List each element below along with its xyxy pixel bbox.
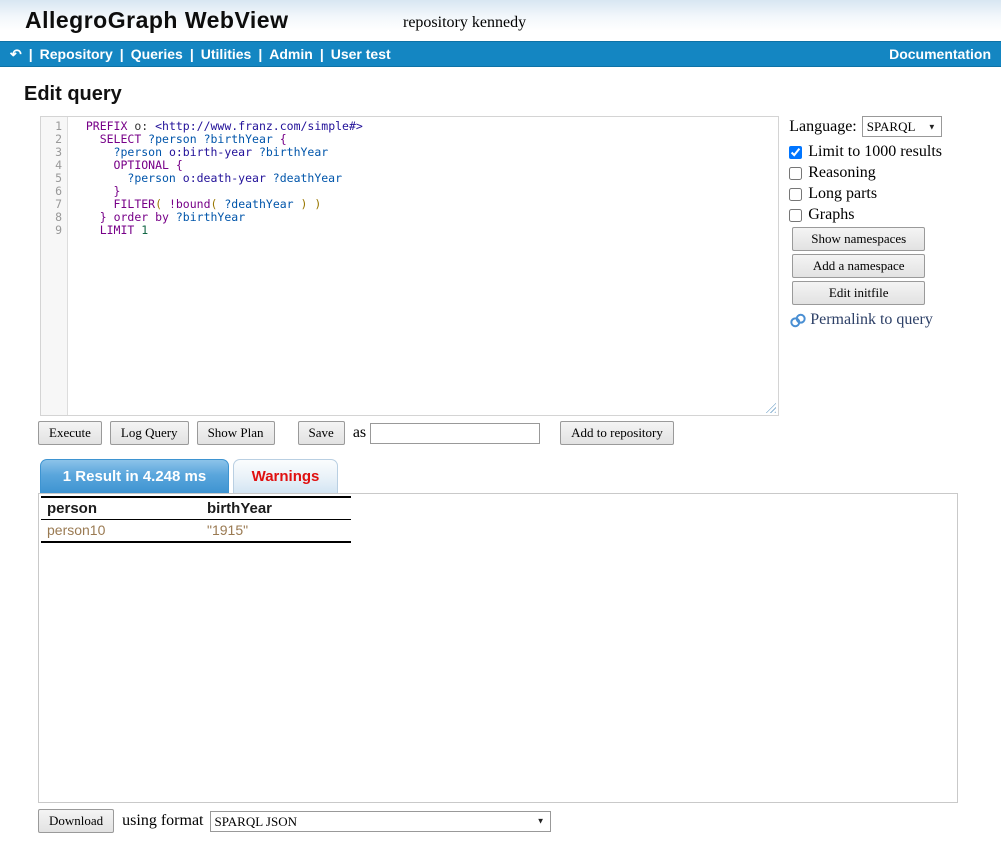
nav-item-repository[interactable]: Repository xyxy=(40,46,113,62)
results-tabs: 1 Result in 4.248 ms Warnings xyxy=(40,459,1001,493)
nav-item-utilities[interactable]: Utilities xyxy=(201,46,252,62)
column-header-birthyear: birthYear xyxy=(201,497,351,520)
add-to-repository-button[interactable]: Add to repository xyxy=(560,421,674,445)
add-namespace-button[interactable]: Add a namespace xyxy=(792,254,925,278)
execute-button[interactable]: Execute xyxy=(38,421,102,445)
tab-results[interactable]: 1 Result in 4.248 ms xyxy=(40,459,229,493)
results-table: person birthYear person10 "1915" xyxy=(41,496,351,543)
tab-warnings[interactable]: Warnings xyxy=(233,459,338,493)
query-options-panel: Language: SPARQL Limit to 1000 results R… xyxy=(789,116,1001,416)
code-lines[interactable]: PREFIX o: <http://www.franz.com/simple#>… xyxy=(68,117,778,415)
nav-item-admin[interactable]: Admin xyxy=(269,46,313,62)
limit-results-checkbox[interactable] xyxy=(789,146,802,159)
results-header-row: person birthYear xyxy=(41,497,351,520)
log-query-button[interactable]: Log Query xyxy=(110,421,189,445)
app-title: AllegroGraph WebView xyxy=(25,7,288,34)
query-section: 123456789 PREFIX o: <http://www.franz.co… xyxy=(40,116,1001,416)
chain-link-icon xyxy=(789,313,807,328)
save-button[interactable]: Save xyxy=(298,421,345,445)
graphs-label: Graphs xyxy=(808,206,854,224)
download-button[interactable]: Download xyxy=(38,809,114,833)
actions-row: Execute Log Query Show Plan Save as Add … xyxy=(38,421,1001,445)
page-title: Edit query xyxy=(24,83,1001,106)
column-header-person: person xyxy=(41,497,201,520)
nav-separator: | xyxy=(258,46,262,62)
save-as-label: as xyxy=(353,424,366,442)
limit-results-label: Limit to 1000 results xyxy=(808,143,942,161)
language-select[interactable]: SPARQL xyxy=(862,116,942,137)
format-select[interactable]: SPARQL JSON xyxy=(210,811,551,832)
nav-item-user[interactable]: User test xyxy=(331,46,391,62)
nav-left: ↶ | Repository | Queries | Utilities | A… xyxy=(10,46,391,63)
reasoning-checkbox[interactable] xyxy=(789,167,802,180)
language-row: Language: SPARQL xyxy=(789,116,1001,137)
editor-line-numbers: 123456789 xyxy=(41,117,68,415)
nav-item-queries[interactable]: Queries xyxy=(131,46,183,62)
app-header: AllegroGraph WebView repository kennedy xyxy=(0,0,1001,41)
language-select-wrap: SPARQL xyxy=(862,116,942,137)
download-row: Download using format SPARQL JSON xyxy=(38,809,1001,833)
checkbox-limit-results[interactable]: Limit to 1000 results xyxy=(789,143,1001,161)
nav-separator: | xyxy=(190,46,194,62)
result-cell-person[interactable]: person10 xyxy=(41,520,201,543)
show-plan-button[interactable]: Show Plan xyxy=(197,421,275,445)
results-panel: person birthYear person10 "1915" xyxy=(38,493,958,803)
checkbox-reasoning[interactable]: Reasoning xyxy=(789,164,1001,182)
using-format-label: using format xyxy=(122,812,203,830)
nav-separator: | xyxy=(120,46,124,62)
result-cell-birthyear: "1915" xyxy=(201,520,351,543)
long-parts-label: Long parts xyxy=(808,185,877,203)
language-label: Language: xyxy=(789,118,857,136)
format-select-wrap: SPARQL JSON xyxy=(210,811,551,832)
query-editor[interactable]: 123456789 PREFIX o: <http://www.franz.co… xyxy=(40,116,779,416)
long-parts-checkbox[interactable] xyxy=(789,188,802,201)
nav-bar: ↶ | Repository | Queries | Utilities | A… xyxy=(0,41,1001,67)
table-row[interactable]: person10 "1915" xyxy=(41,520,351,543)
repository-label: repository kennedy xyxy=(403,14,526,32)
checkbox-graphs[interactable]: Graphs xyxy=(789,206,1001,224)
nav-item-documentation[interactable]: Documentation xyxy=(889,46,991,62)
show-namespaces-button[interactable]: Show namespaces xyxy=(792,227,925,251)
edit-initfile-button[interactable]: Edit initfile xyxy=(792,281,925,305)
save-name-input[interactable] xyxy=(370,423,540,444)
permalink-link[interactable]: Permalink to query xyxy=(789,311,1001,329)
reasoning-label: Reasoning xyxy=(808,164,876,182)
back-arrow-icon[interactable]: ↶ xyxy=(10,46,22,63)
nav-separator: | xyxy=(29,46,33,62)
graphs-checkbox[interactable] xyxy=(789,209,802,222)
checkbox-long-parts[interactable]: Long parts xyxy=(789,185,1001,203)
nav-separator: | xyxy=(320,46,324,62)
permalink-label: Permalink to query xyxy=(810,311,933,329)
